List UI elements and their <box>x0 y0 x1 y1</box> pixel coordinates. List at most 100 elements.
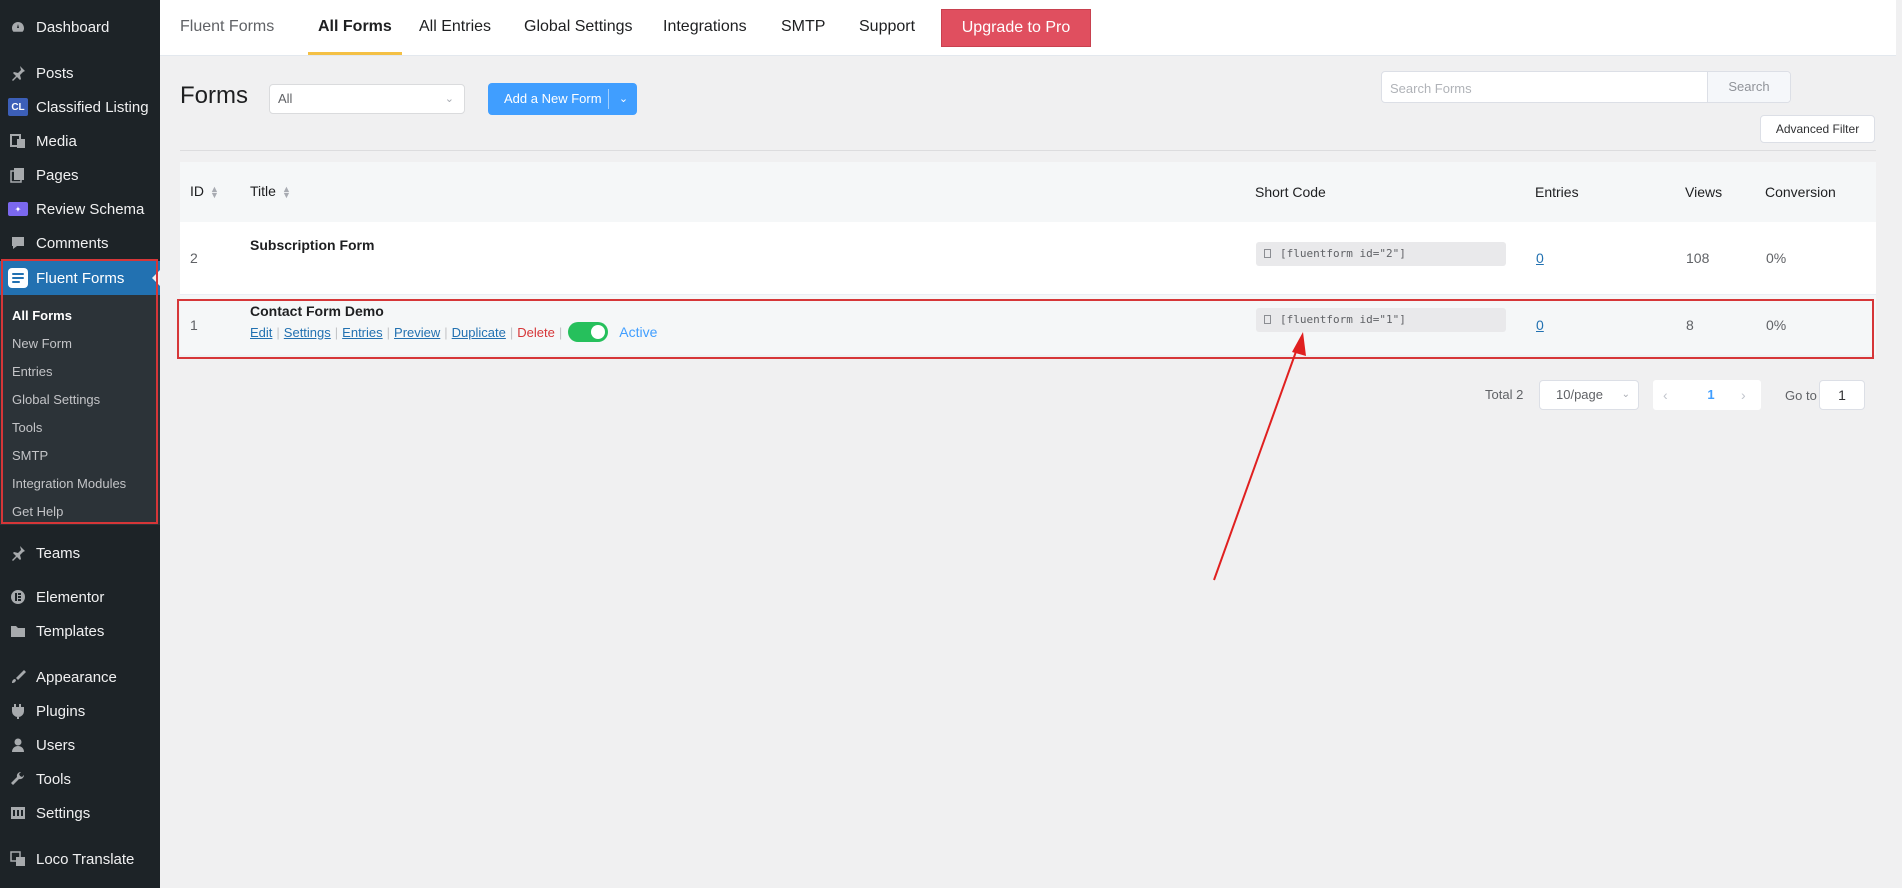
sidebar-item-label: Pages <box>36 166 79 184</box>
sidebar-item-appearance[interactable]: Appearance <box>0 660 160 694</box>
entries-link[interactable]: Entries <box>342 325 382 340</box>
pages-icon <box>8 165 28 185</box>
submenu-global-settings[interactable]: Global Settings <box>12 392 100 407</box>
sidebar-item-classified-listing[interactable]: CL Classified Listing <box>0 90 160 124</box>
comment-icon <box>8 233 28 253</box>
sidebar-item-label: Fluent Forms <box>36 269 125 287</box>
sidebar-item-loco-translate[interactable]: Loco Translate <box>0 842 160 876</box>
submenu-smtp[interactable]: SMTP <box>12 448 48 463</box>
sidebar-item-label: Users <box>36 736 76 754</box>
chevron-right-icon[interactable]: › <box>1741 380 1746 410</box>
admin-sidebar: Dashboard Posts CL Classified Listing Me… <box>0 0 160 888</box>
sidebar-item-teams[interactable]: Teams <box>0 536 160 570</box>
sidebar-item-dashboard[interactable]: Dashboard <box>0 10 160 44</box>
sidebar-item-label: Media <box>36 132 77 150</box>
form-title[interactable]: Subscription Form <box>250 237 374 253</box>
dashboard-icon <box>8 17 28 37</box>
submenu-integration-modules[interactable]: Integration Modules <box>12 476 126 491</box>
tab-support[interactable]: Support <box>859 0 915 55</box>
form-status-toggle[interactable] <box>568 322 609 342</box>
sidebar-item-media[interactable]: Media <box>0 124 160 158</box>
table-row[interactable]: 1 Contact Form Demo Edit | Settings | Entr… <box>180 295 1876 355</box>
tab-smtp[interactable]: SMTP <box>781 0 825 55</box>
preview-link[interactable]: Preview <box>394 325 440 340</box>
sidebar-item-label: Tools <box>36 770 72 788</box>
search-button[interactable]: Search <box>1707 72 1790 102</box>
pin-icon <box>8 543 28 563</box>
sidebar-item-plugins[interactable]: Plugins <box>0 694 160 728</box>
conversion-rate: 0% <box>1766 317 1787 333</box>
search-input[interactable] <box>1382 72 1722 104</box>
plugin-icon <box>8 701 28 721</box>
shortcode-copy-box[interactable]: [fluentform id="2"] <box>1256 242 1506 266</box>
total-count: Total 2 <box>1485 387 1524 402</box>
tab-all-forms[interactable]: All Forms <box>308 0 402 55</box>
shortcode-text: [fluentform id="2"] <box>1280 247 1406 260</box>
sidebar-item-label: Dashboard <box>36 18 110 36</box>
goto-page-input[interactable]: 1 <box>1819 380 1865 410</box>
submenu-get-help[interactable]: Get Help <box>12 504 63 519</box>
sidebar-item-label: Posts <box>36 64 74 82</box>
folder-icon <box>8 621 28 641</box>
pager: ‹ 1 › <box>1653 380 1761 410</box>
upgrade-to-pro-button[interactable]: Upgrade to Pro <box>941 9 1091 47</box>
edit-link[interactable]: Edit <box>250 325 272 340</box>
review-schema-icon: ✦ <box>8 199 28 219</box>
submenu-tools[interactable]: Tools <box>12 420 42 435</box>
chevron-left-icon[interactable]: ‹ <box>1663 380 1668 410</box>
sidebar-item-settings[interactable]: Settings <box>0 796 160 830</box>
tab-all-entries[interactable]: All Entries <box>419 0 491 55</box>
sort-icon[interactable]: ▲ ▼ <box>282 185 291 200</box>
tab-global-settings[interactable]: Global Settings <box>524 0 633 55</box>
sidebar-item-pages[interactable]: Pages <box>0 158 160 192</box>
page-title: Forms <box>180 82 248 109</box>
status-filter-select[interactable]: All ⌄ <box>269 84 465 114</box>
sidebar-item-comments[interactable]: Comments <box>0 226 160 260</box>
tab-integrations[interactable]: Integrations <box>663 0 747 55</box>
shortcode-text: [fluentform id="1"] <box>1280 313 1406 326</box>
fluent-forms-icon <box>8 268 28 288</box>
advanced-filter-button[interactable]: Advanced Filter <box>1760 115 1875 143</box>
search-forms-box: Search <box>1381 71 1791 104</box>
entries-count-link[interactable]: 0 <box>1536 250 1544 266</box>
settings-link[interactable]: Settings <box>284 325 331 340</box>
form-id: 2 <box>190 250 198 266</box>
fluent-forms-submenu: All Forms New Form Entries Global Settin… <box>0 295 160 525</box>
sidebar-item-label: Elementor <box>36 588 105 606</box>
translate-icon <box>8 849 28 869</box>
table-row[interactable]: 2 Subscription Form [fluentform id="2"] … <box>180 222 1876 295</box>
sidebar-item-label: Comments <box>36 234 109 252</box>
column-header-entries: Entries <box>1535 184 1579 200</box>
submenu-entries[interactable]: Entries <box>12 364 52 379</box>
duplicate-link[interactable]: Duplicate <box>452 325 506 340</box>
shortcode-copy-box[interactable]: [fluentform id="1"] <box>1256 308 1506 332</box>
cl-badge-icon: CL <box>8 97 28 117</box>
sidebar-item-tools[interactable]: Tools <box>0 762 160 796</box>
form-title[interactable]: Contact Form Demo <box>250 303 384 319</box>
sidebar-item-fluent-forms[interactable]: Fluent Forms <box>0 261 160 295</box>
column-header-conversion: Conversion <box>1765 184 1836 200</box>
per-page-value: 10/page <box>1556 387 1603 402</box>
per-page-select[interactable]: 10/page ⌄ <box>1539 380 1639 410</box>
user-icon <box>8 735 28 755</box>
sidebar-item-users[interactable]: Users <box>0 728 160 762</box>
sidebar-item-label: Settings <box>36 804 91 822</box>
annotation-arrow <box>1213 332 1306 581</box>
submenu-all-forms[interactable]: All Forms <box>12 308 72 323</box>
add-new-form-button[interactable]: Add a New Form ⌄ <box>488 83 637 115</box>
column-header-short-code: Short Code <box>1255 184 1326 200</box>
entries-count-link[interactable]: 0 <box>1536 317 1544 333</box>
sidebar-item-review-schema[interactable]: ✦ Review Schema <box>0 192 160 226</box>
views-count: 8 <box>1686 317 1694 333</box>
page-number-current[interactable]: 1 <box>1697 380 1725 410</box>
sidebar-item-templates[interactable]: Templates <box>0 614 160 648</box>
delete-link[interactable]: Delete <box>517 325 555 340</box>
submenu-new-form[interactable]: New Form <box>12 336 72 351</box>
chevron-down-icon[interactable]: ⌄ <box>610 83 637 115</box>
sort-icon[interactable]: ▲ ▼ <box>210 185 219 200</box>
views-count: 108 <box>1686 250 1710 266</box>
sidebar-item-posts[interactable]: Posts <box>0 56 160 90</box>
column-header-id[interactable]: ID ▲ ▼ <box>190 183 219 200</box>
column-header-title[interactable]: Title ▲ ▼ <box>250 183 291 200</box>
sidebar-item-elementor[interactable]: Elementor <box>0 580 160 614</box>
